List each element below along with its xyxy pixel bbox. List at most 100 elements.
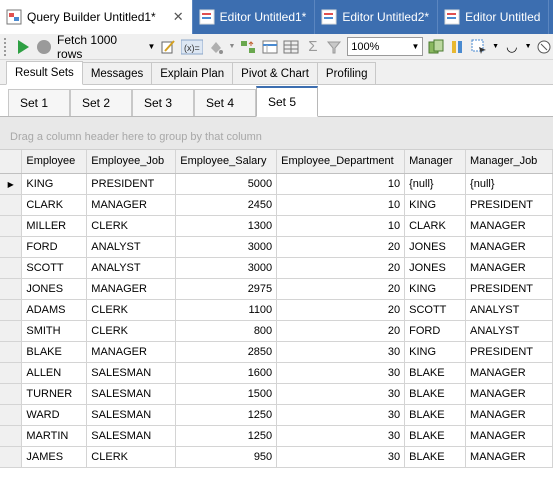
table-cell[interactable]: ALLEN [21,362,88,384]
close-icon[interactable] [536,38,553,56]
table-row[interactable]: SCOTT ANALYST 3000 20 JONES MANAGER [0,257,553,279]
table-cell[interactable]: {null} [404,173,467,195]
close-icon[interactable]: ✕ [173,9,184,25]
table-cell[interactable]: MARTIN [21,425,88,447]
doc-tab-editor-3[interactable]: Editor Untitled [438,0,550,34]
table-cell[interactable]: MILLER [21,215,88,237]
column-header[interactable]: Manager_Job [465,150,553,174]
column-header[interactable]: Manager [404,150,467,174]
sort-icon[interactable] [239,38,257,56]
table-cell[interactable]: 30 [276,383,406,405]
row-indicator[interactable] [0,215,23,237]
table-cell[interactable]: PRESIDENT [465,278,553,300]
table-cell[interactable]: BLAKE [404,383,467,405]
table-cell[interactable]: JONES [404,236,467,258]
doc-tab-query-builder[interactable]: Query Builder Untitled1* ✕ [0,0,193,34]
table-cell[interactable]: 10 [276,215,406,237]
column-header[interactable]: Employee_Salary [175,150,278,174]
table-cell[interactable]: JAMES [21,446,88,468]
table-cell[interactable]: 2450 [175,194,278,216]
table-cell[interactable]: 10 [276,173,406,195]
table-cell[interactable]: 1500 [175,383,278,405]
table-cell[interactable]: SALESMAN [86,404,177,426]
chevron-down-icon[interactable]: ▼ [525,43,532,50]
column-header[interactable]: Employee_Job [86,150,177,174]
table-cell[interactable]: 20 [276,236,406,258]
table-cell[interactable]: SALESMAN [86,383,177,405]
row-indicator[interactable] [0,383,23,405]
row-indicator[interactable] [0,320,23,342]
table-cell[interactable]: SCOTT [404,299,467,321]
table-cell[interactable]: MANAGER [465,215,553,237]
doc-tab-editor-1[interactable]: Editor Untitled1* [193,0,316,34]
table-cell[interactable]: PRESIDENT [465,341,553,363]
tab-result-sets[interactable]: Result Sets [6,61,83,85]
table-cell[interactable]: 5000 [175,173,278,195]
chevron-down-icon[interactable]: ▼ [492,43,499,50]
table-cell[interactable]: KING [404,341,467,363]
row-indicator[interactable] [0,278,23,300]
table-cell[interactable]: CLARK [21,194,88,216]
table-cell[interactable]: MANAGER [465,446,553,468]
table-cell[interactable]: 800 [175,320,278,342]
run-icon[interactable] [14,38,32,56]
table-cell[interactable]: FORD [404,320,467,342]
table-cell[interactable]: 3000 [175,257,278,279]
table-cell[interactable]: 2850 [175,341,278,363]
table-row[interactable]: MILLER CLERK 1300 10 CLARK MANAGER [0,215,553,237]
tab-explain-plan[interactable]: Explain Plan [151,62,234,84]
edit-sql-icon[interactable] [159,38,177,56]
table-cell[interactable]: MANAGER [465,362,553,384]
tab-set-2[interactable]: Set 2 [70,89,132,116]
table-row[interactable]: CLARK MANAGER 2450 10 KING PRESIDENT [0,194,553,216]
table-row[interactable]: ▶ KING PRESIDENT 5000 10 {null} {null} [0,173,553,195]
result-grid[interactable]: Employee Employee_Job Employee_Salary Em… [0,150,553,491]
table-row[interactable]: MARTIN SALESMAN 1250 30 BLAKE MANAGER [0,425,553,447]
table-cell[interactable]: 1100 [175,299,278,321]
table-cell[interactable]: KING [404,194,467,216]
table-cell[interactable]: 20 [276,299,406,321]
table-cell[interactable]: MANAGER [465,425,553,447]
table-cell[interactable]: ADAMS [21,299,88,321]
tab-profiling[interactable]: Profiling [316,62,377,84]
table-cell[interactable]: SALESMAN [86,425,177,447]
tab-set-4[interactable]: Set 4 [194,89,256,116]
column-header[interactable]: Employee_Department [276,150,406,174]
tab-set-1[interactable]: Set 1 [8,89,70,116]
table-cell[interactable]: {null} [465,173,553,195]
chevron-down-icon[interactable]: ▼ [148,42,156,51]
column-header[interactable]: Employee [21,150,88,174]
table-cell[interactable]: 3000 [175,236,278,258]
table-cell[interactable]: 1600 [175,362,278,384]
table-row[interactable]: WARD SALESMAN 1250 30 BLAKE MANAGER [0,404,553,426]
row-indicator[interactable] [0,299,23,321]
table-cell[interactable]: 10 [276,194,406,216]
row-indicator[interactable]: ▶ [0,173,23,195]
stop-icon[interactable] [36,38,54,56]
tab-pivot-chart[interactable]: Pivot & Chart [232,62,318,84]
table-cell[interactable]: 30 [276,425,406,447]
select-icon[interactable] [471,38,489,56]
table-cell[interactable]: ANALYST [465,299,553,321]
row-indicator[interactable] [0,425,23,447]
table-row[interactable]: TURNER SALESMAN 1500 30 BLAKE MANAGER [0,383,553,405]
table-cell[interactable]: SALESMAN [86,362,177,384]
table-row[interactable]: JONES MANAGER 2975 20 KING PRESIDENT [0,278,553,300]
table-cell[interactable]: TURNER [21,383,88,405]
table-row[interactable]: ADAMS CLERK 1100 20 SCOTT ANALYST [0,299,553,321]
table-cell[interactable]: ANALYST [465,320,553,342]
table-cell[interactable]: CLARK [404,215,467,237]
tab-set-3[interactable]: Set 3 [132,89,194,116]
table-cell[interactable]: BLAKE [404,446,467,468]
table-cell[interactable]: BLAKE [404,404,467,426]
sum-icon[interactable]: Σ [304,38,322,56]
row-indicator[interactable] [0,194,23,216]
paint-icon[interactable] [207,38,225,56]
table-cell[interactable]: 30 [276,341,406,363]
row-indicator[interactable] [0,404,23,426]
filter-icon[interactable] [326,38,344,56]
zoom-select[interactable]: 100% ▼ [347,37,424,56]
table-cell[interactable]: 30 [276,404,406,426]
fetch-rows-dropdown[interactable]: Fetch 1000 rows [57,33,143,61]
table-cell[interactable]: SCOTT [21,257,88,279]
